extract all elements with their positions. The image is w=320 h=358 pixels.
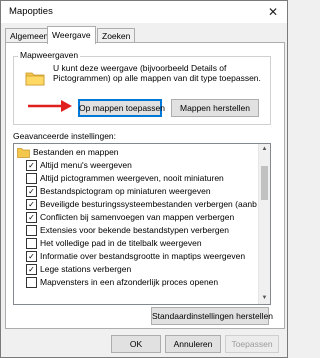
tab-view[interactable]: Weergave	[47, 26, 96, 44]
setting-label: Mapvensters in een afzonderlijk proces o…	[40, 277, 219, 287]
folder-options-dialog: Mapopties ✕ Algemeen Weergave Zoeken Map…	[0, 0, 288, 358]
checkbox[interactable]: ✓	[26, 186, 37, 197]
restore-defaults-button[interactable]: Standaardinstellingen herstellen	[151, 307, 273, 325]
checkbox[interactable]: ✓	[26, 251, 37, 262]
reset-folders-button[interactable]: Mappen herstellen	[171, 99, 259, 117]
close-button[interactable]: ✕	[262, 3, 284, 21]
tab-search[interactable]: Zoeken	[97, 28, 136, 43]
checkbox[interactable]: ✓	[26, 199, 37, 210]
setting-label: Het volledige pad in de titelbalk weerge…	[40, 238, 202, 248]
cancel-button[interactable]: Annuleren	[165, 335, 221, 353]
setting-label: Lege stations verbergen	[40, 264, 132, 274]
checkbox[interactable]	[26, 225, 37, 236]
red-arrow-icon	[28, 100, 72, 112]
scroll-down-icon[interactable]: ▼	[259, 293, 270, 304]
ok-button[interactable]: OK	[111, 335, 161, 353]
setting-label: Altijd pictogrammen weergeven, nooit min…	[40, 173, 224, 183]
checkbox[interactable]: ✓	[26, 160, 37, 171]
folder-icon	[17, 148, 30, 158]
setting-label: Extensies voor bekende bestandstypen ver…	[40, 225, 230, 235]
title-bar: Mapopties ✕	[1, 1, 287, 23]
checkbox[interactable]	[26, 173, 37, 184]
apply-button[interactable]: Toepassen	[225, 335, 279, 353]
folder-views-title: Mapweergaven	[18, 50, 81, 60]
setting-label: Beveiligde besturingssysteembestanden ve…	[40, 199, 257, 209]
checkbox[interactable]	[26, 277, 37, 288]
checkbox[interactable]: ✓	[26, 212, 37, 223]
setting-label: Conflicten bij samenvoegen van mappen ve…	[40, 212, 235, 222]
category-label: Bestanden en mappen	[33, 147, 119, 157]
advanced-settings-label: Geavanceerde instellingen:	[13, 131, 117, 141]
setting-label: Bestandspictogram op miniaturen weergeve…	[40, 186, 211, 196]
setting-label: Altijd menu's weergeven	[40, 160, 132, 170]
vertical-scrollbar[interactable]: ▲ ▼	[258, 144, 270, 304]
apply-to-folders-button[interactable]: Op mappen toepassen	[78, 99, 165, 117]
folder-views-description: U kunt deze weergave (bijvoorbeeld Detai…	[53, 63, 261, 83]
setting-label: Informatie over bestandsgrootte in mapti…	[40, 251, 246, 261]
advanced-settings-list[interactable]: Bestanden en mappen ✓ Altijd menu's weer…	[13, 143, 271, 305]
scroll-up-icon[interactable]: ▲	[259, 144, 270, 155]
window-title: Mapopties	[9, 6, 53, 17]
checkbox[interactable]	[26, 238, 37, 249]
folder-icon	[25, 72, 45, 86]
checkbox[interactable]: ✓	[26, 264, 37, 275]
scrollbar-thumb[interactable]	[261, 166, 268, 200]
